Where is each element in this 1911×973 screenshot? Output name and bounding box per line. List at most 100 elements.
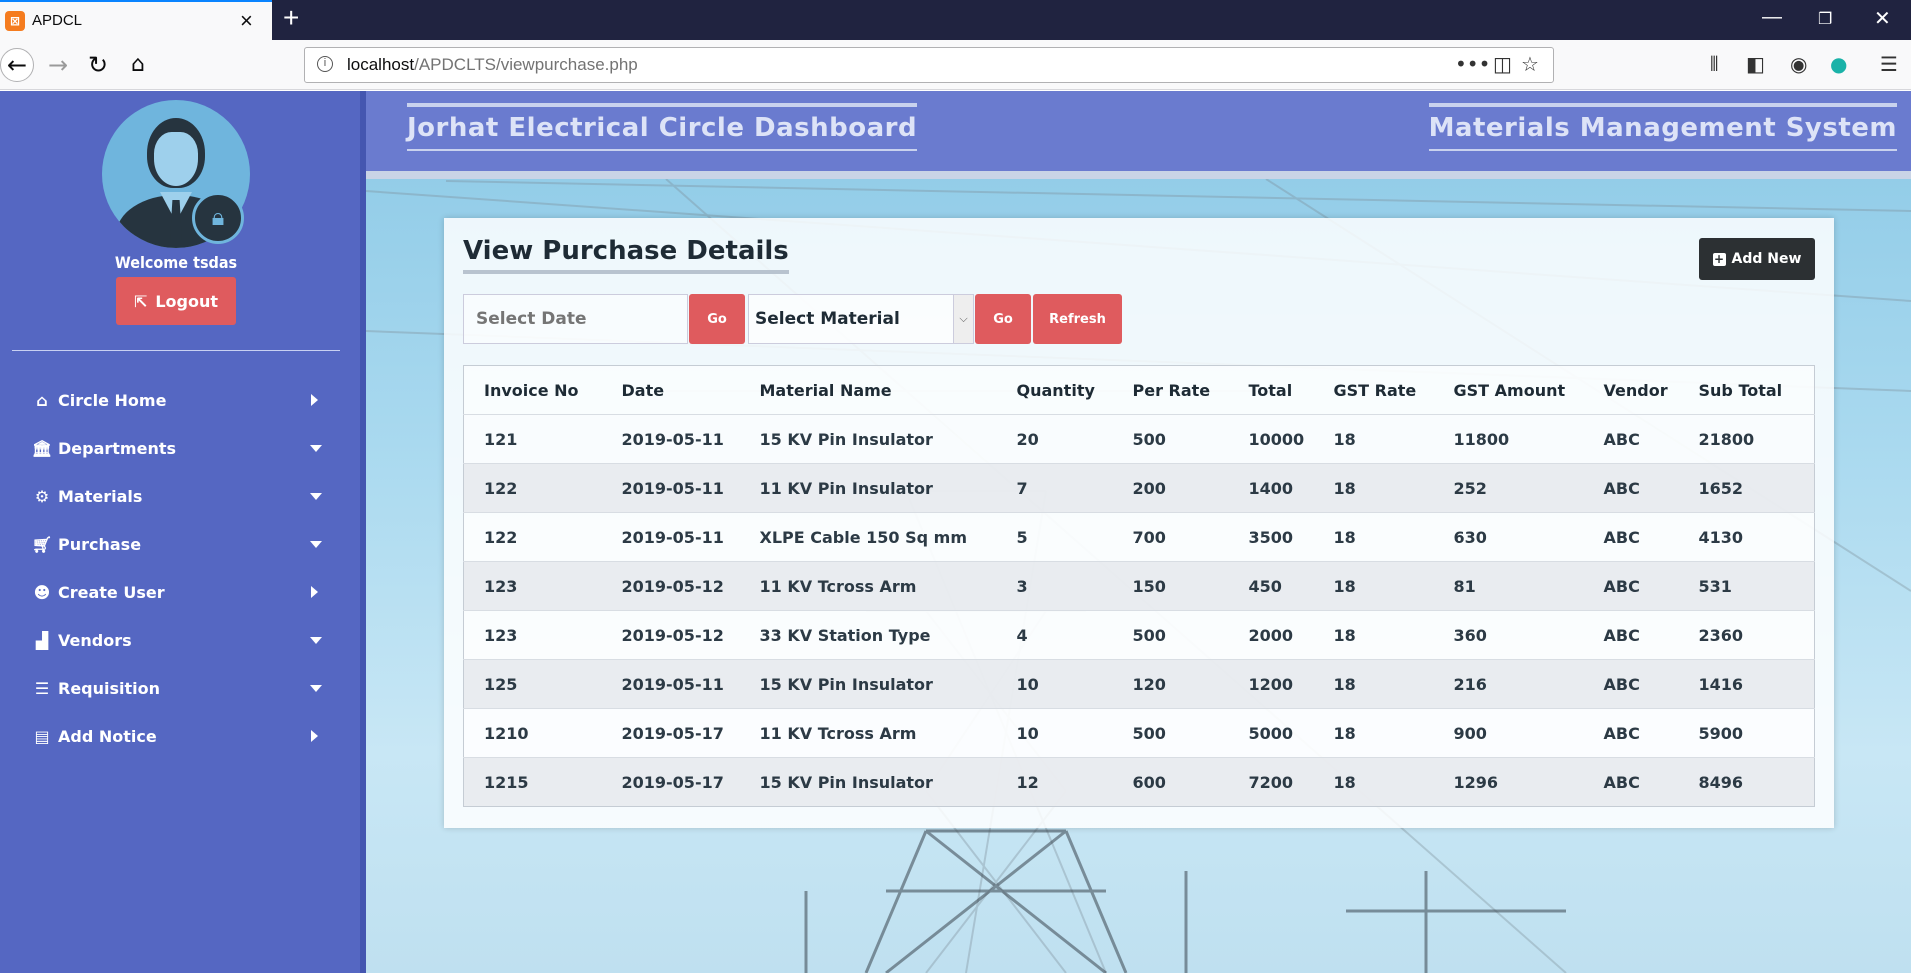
pocket-icon[interactable]: ◫ xyxy=(1493,52,1512,76)
table-cell: 15 KV Pin Insulator xyxy=(739,757,997,807)
minimize-icon[interactable]: — xyxy=(1762,6,1782,29)
extension-icon[interactable]: ● xyxy=(1830,52,1847,76)
window-close-icon[interactable]: ✕ xyxy=(1874,6,1891,31)
url-bar[interactable]: i localhost/APDCLTS/viewpurchase.php •••… xyxy=(304,47,1554,83)
home-button-icon[interactable]: ⌂ xyxy=(122,49,154,81)
sidebar-item-vendors[interactable]: ▟ Vendors xyxy=(30,624,330,656)
forward-icon[interactable]: → xyxy=(42,49,74,81)
main-content: Jorhat Electrical Circle Dashboard Mater… xyxy=(366,91,1911,973)
table-cell: 11 KV Tcross Arm xyxy=(739,708,997,758)
date-input[interactable] xyxy=(463,294,688,344)
table-cell: 900 xyxy=(1433,708,1584,758)
refresh-button[interactable]: Refresh xyxy=(1033,294,1122,344)
home-icon: ⌂ xyxy=(36,390,48,410)
material-select[interactable]: Select Material ⌵ xyxy=(748,294,974,344)
sidebar-item-create-user[interactable]: ☻ Create User xyxy=(30,576,330,608)
account-icon[interactable]: ◉ xyxy=(1790,52,1807,76)
column-header: GST Rate xyxy=(1313,365,1434,415)
dashboard-header: Jorhat Electrical Circle Dashboard Mater… xyxy=(366,91,1911,171)
tab-title: APDCL xyxy=(32,12,83,29)
browser-tab-bar: ⊠ APDCL × + — ❐ ✕ xyxy=(0,0,1911,40)
table-cell: 1652 xyxy=(1678,463,1815,513)
page-title: View Purchase Details xyxy=(463,236,789,274)
restore-icon[interactable]: ❐ xyxy=(1818,9,1832,29)
table-cell: 11 KV Tcross Arm xyxy=(739,561,997,611)
sidebar-item-circle-home[interactable]: ⌂ Circle Home xyxy=(30,384,330,416)
user-circle-icon: ☻ xyxy=(33,582,51,602)
table-cell: 122 xyxy=(463,463,602,513)
table-cell: 2019-05-11 xyxy=(601,463,740,513)
sidebar-item-requisition[interactable]: ☰ Requisition xyxy=(30,672,330,704)
table-cell: XLPE Cable 150 Sq mm xyxy=(739,512,997,562)
sidebar-item-label: Departments xyxy=(58,438,177,458)
xampp-favicon-icon: ⊠ xyxy=(5,11,25,31)
sign-out-icon: ⇱ xyxy=(133,291,148,311)
table-cell: 120 xyxy=(1112,659,1229,709)
date-go-button[interactable]: Go xyxy=(689,294,745,344)
back-icon[interactable]: ← xyxy=(0,48,34,82)
browser-nav-bar: ← → ↻ ⌂ i localhost/APDCLTS/viewpurchase… xyxy=(0,40,1911,90)
header-divider xyxy=(366,171,1911,179)
browser-tab[interactable]: ⊠ APDCL × xyxy=(0,0,272,40)
new-tab-icon[interactable]: + xyxy=(283,2,299,34)
table-cell: 2019-05-17 xyxy=(601,708,740,758)
list-icon: ☰ xyxy=(34,678,50,698)
column-header: Per Rate xyxy=(1112,365,1229,415)
table-cell: 2019-05-12 xyxy=(601,561,740,611)
table-row: 121 2019-05-11 15 KV Pin Insulator 20 500 100… xyxy=(463,414,1815,464)
table-cell: 600 xyxy=(1112,757,1229,807)
library-icon[interactable]: ⫴ xyxy=(1710,52,1718,76)
sidebar-item-materials[interactable]: ⚙ Materials xyxy=(30,480,330,512)
sidebar-item-departments[interactable]: 🏛︎ Departments xyxy=(30,432,330,464)
table-cell: 33 KV Station Type xyxy=(739,610,997,660)
table-cell: ABC xyxy=(1583,757,1679,807)
column-header: Invoice No xyxy=(463,365,602,415)
caret-down-icon xyxy=(310,493,322,500)
table-cell: 15 KV Pin Insulator xyxy=(739,414,997,464)
table-cell: 123 xyxy=(463,610,602,660)
table-cell: 2019-05-17 xyxy=(601,757,740,807)
sidebar-toggle-icon[interactable]: ◧ xyxy=(1746,52,1765,76)
caret-right-icon xyxy=(311,586,318,598)
page-actions-icon[interactable]: ••• xyxy=(1455,52,1490,76)
bookmark-star-icon[interactable]: ☆ xyxy=(1521,52,1539,76)
table-cell: 12 xyxy=(996,757,1113,807)
reload-icon[interactable]: ↻ xyxy=(82,49,114,81)
table-cell: 150 xyxy=(1112,561,1229,611)
table-cell: ABC xyxy=(1583,561,1679,611)
table-cell: 252 xyxy=(1433,463,1584,513)
site-info-icon[interactable]: i xyxy=(317,56,333,72)
table-row: 123 2019-05-12 11 KV Tcross Arm 3 150 450 18 81… xyxy=(463,561,1815,611)
tab-close-icon[interactable]: × xyxy=(240,8,253,34)
column-header: Date xyxy=(601,365,740,415)
table-cell: 10000 xyxy=(1228,414,1314,464)
table-cell: 20 xyxy=(996,414,1113,464)
menu-icon[interactable]: ☰ xyxy=(1880,52,1898,76)
table-cell: 18 xyxy=(1313,757,1434,807)
table-row: 122 2019-05-11 XLPE Cable 150 Sq mm 5 700 350… xyxy=(463,512,1815,562)
caret-down-icon xyxy=(310,637,322,644)
caret-right-icon xyxy=(311,394,318,406)
table-cell: 3 xyxy=(996,561,1113,611)
column-header: GST Amount xyxy=(1433,365,1584,415)
table-cell: 2019-05-11 xyxy=(601,659,740,709)
cart-icon: 🛒︎ xyxy=(31,534,53,554)
table-cell: 3500 xyxy=(1228,512,1314,562)
sidebar-item-label: Create User xyxy=(58,582,165,602)
table-cell: 18 xyxy=(1313,610,1434,660)
factory-icon: ▟ xyxy=(35,630,49,650)
table-cell: 1215 xyxy=(463,757,602,807)
sidebar-item-purchase[interactable]: 🛒︎ Purchase xyxy=(30,528,330,560)
sidebar-item-add-notice[interactable]: ▤ Add Notice xyxy=(30,720,330,752)
logout-button[interactable]: ⇱ Logout xyxy=(116,277,236,325)
table-row: 1215 2019-05-17 15 KV Pin Insulator 12 600 72… xyxy=(463,757,1815,807)
table-header-row: Invoice No Date Material Name Quantity P… xyxy=(463,365,1815,415)
table-cell: 500 xyxy=(1112,708,1229,758)
add-new-button[interactable]: + Add New xyxy=(1699,238,1815,280)
table-cell: 7 xyxy=(996,463,1113,513)
table-cell: 1200 xyxy=(1228,659,1314,709)
table-cell: ABC xyxy=(1583,708,1679,758)
table-row: 122 2019-05-11 11 KV Pin Insulator 7 200 1400… xyxy=(463,463,1815,513)
table-cell: 18 xyxy=(1313,414,1434,464)
material-go-button[interactable]: Go xyxy=(975,294,1031,344)
